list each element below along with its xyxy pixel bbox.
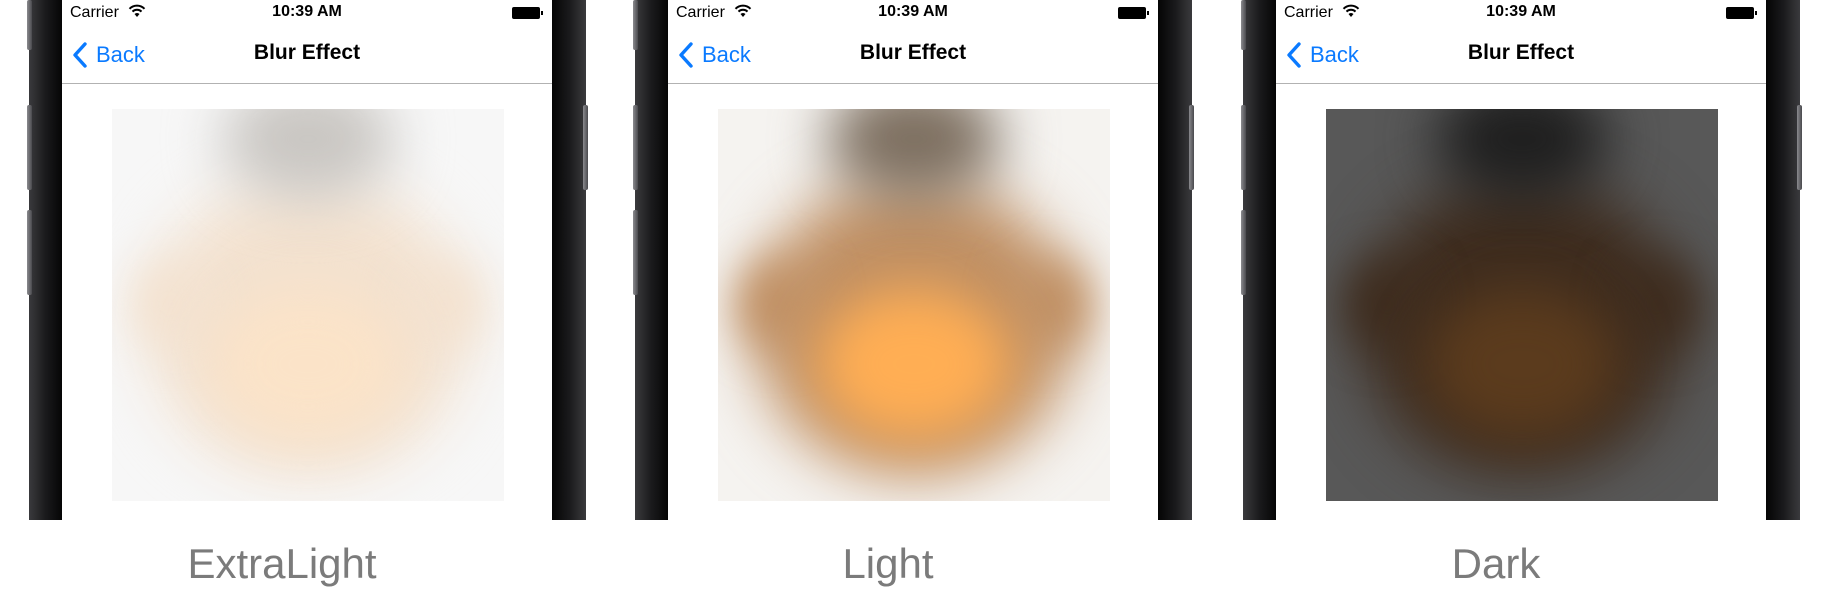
phone-frame: Carrier 10:39 AM Back Blur Effect xyxy=(1241,0,1802,520)
phone-frame: Carrier 10:39 AM Back Blur Effect xyxy=(27,0,588,520)
blurred-image xyxy=(112,109,504,501)
status-time: 10:39 AM xyxy=(1486,3,1556,20)
battery-icon xyxy=(512,7,544,19)
phone-screen: Carrier 10:39 AM Back Blur Effect xyxy=(668,0,1158,520)
status-bar: Carrier 10:39 AM xyxy=(668,0,1158,26)
panel-extralight: Carrier 10:39 AM Back Blur Effect ExtraL… xyxy=(2,0,588,609)
status-time: 10:39 AM xyxy=(878,3,948,20)
status-bar: Carrier 10:39 AM xyxy=(1276,0,1766,26)
navigation-bar: Back Blur Effect xyxy=(1276,26,1766,84)
page-title: Blur Effect xyxy=(859,41,967,64)
phone-screen: Carrier 10:39 AM Back Blur Effect xyxy=(62,0,552,520)
battery-icon xyxy=(1118,7,1150,19)
battery-icon xyxy=(1726,7,1758,19)
caption-label: Light xyxy=(842,540,934,587)
blurred-image xyxy=(1326,109,1718,501)
status-time: 10:39 AM xyxy=(272,3,342,20)
panel-light: Carrier 10:39 AM Back Blur Effect Light xyxy=(608,0,1194,609)
page-title: Blur Effect xyxy=(1467,41,1575,64)
page-title: Blur Effect xyxy=(253,41,361,64)
panel-dark: Carrier 10:39 AM Back Blur Effect Dark xyxy=(1216,0,1802,609)
caption-label: Dark xyxy=(1451,540,1541,587)
status-bar: Carrier 10:39 AM xyxy=(62,0,552,26)
navigation-bar: Back Blur Effect xyxy=(62,26,552,84)
caption-label: ExtraLight xyxy=(187,540,377,587)
phone-frame: Carrier 10:39 AM Back Blur Effect xyxy=(633,0,1194,520)
phone-screen: Carrier 10:39 AM Back Blur Effect xyxy=(1276,0,1766,520)
blurred-image xyxy=(718,109,1110,501)
navigation-bar: Back Blur Effect xyxy=(668,26,1158,84)
